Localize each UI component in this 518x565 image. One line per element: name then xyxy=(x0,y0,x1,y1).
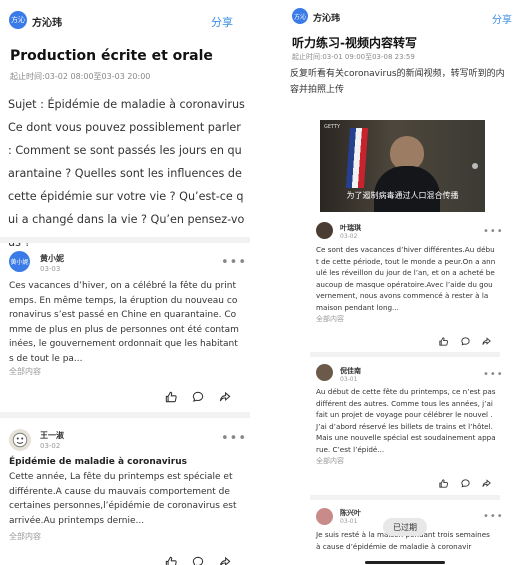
forward-icon[interactable] xyxy=(218,389,232,408)
share-button[interactable]: 分享 xyxy=(211,14,233,30)
like-icon[interactable] xyxy=(164,554,178,565)
video-control-icon[interactable] xyxy=(472,163,478,169)
course-avatar[interactable]: 方沁 xyxy=(9,11,27,29)
more-options-icon[interactable]: ••• xyxy=(483,512,504,522)
post-date: 03-01 xyxy=(340,518,358,525)
view-full-content-link[interactable]: 全部内容 xyxy=(9,366,41,377)
view-full-content-link[interactable]: 全部内容 xyxy=(316,456,344,466)
comment-icon[interactable] xyxy=(191,389,205,408)
section-divider xyxy=(310,352,500,357)
author-name[interactable]: 陈兴叶 xyxy=(340,508,361,518)
video-logo: GETTY xyxy=(324,124,341,130)
forward-icon[interactable] xyxy=(218,554,232,565)
home-indicator xyxy=(365,561,445,564)
assignment-period: 起止时间:03-02 08:00至03-03 20:00 xyxy=(10,72,151,81)
post-date: 03-01 xyxy=(340,376,358,383)
forward-icon[interactable] xyxy=(481,332,492,351)
course-avatar[interactable]: 方沁 xyxy=(292,8,308,24)
post-date: 03-02 xyxy=(40,442,61,450)
comment-icon[interactable] xyxy=(191,554,205,565)
view-full-content-link[interactable]: 全部内容 xyxy=(316,314,344,324)
comment-icon[interactable] xyxy=(460,332,471,351)
assignment-topic: Sujet : Épidémie de maladie à coronaviru… xyxy=(8,98,245,249)
more-options-icon[interactable]: ••• xyxy=(483,227,504,237)
more-options-icon[interactable]: ••• xyxy=(221,256,247,269)
post-body: Au début de cette fête du printemps, ce … xyxy=(316,387,496,454)
video-player[interactable]: GETTY 为了遏制病毒通过人口混合传播 xyxy=(320,120,485,212)
section-divider xyxy=(0,412,250,418)
course-name[interactable]: 方沁玮 xyxy=(313,11,340,24)
author-name[interactable]: 倪佳南 xyxy=(340,366,361,376)
avatar[interactable]: 黄小妮 xyxy=(9,251,30,272)
avatar[interactable] xyxy=(316,508,333,525)
post-body: Cette année, La fête du printemps est sp… xyxy=(9,472,237,526)
author-name[interactable]: 王一淑 xyxy=(40,430,64,441)
section-divider xyxy=(310,495,500,500)
section-divider xyxy=(0,237,250,243)
like-icon[interactable] xyxy=(164,389,178,408)
post-date: 03-02 xyxy=(340,233,358,240)
view-full-content-link[interactable]: 全部内容 xyxy=(9,531,41,542)
avatar[interactable] xyxy=(9,429,31,451)
expired-badge: 已过期 xyxy=(383,518,427,536)
author-name[interactable]: 黄小妮 xyxy=(40,253,64,264)
more-options-icon[interactable]: ••• xyxy=(483,370,504,380)
post-title: Épidémie de maladie à coronavirus xyxy=(9,457,187,467)
like-icon[interactable] xyxy=(438,474,449,493)
video-subtitle: 为了遏制病毒通过人口混合传播 xyxy=(346,191,459,200)
speaker-body xyxy=(374,166,440,212)
assignment-title: Production écrite et orale xyxy=(10,48,213,64)
comment-icon[interactable] xyxy=(460,474,471,493)
course-name[interactable]: 方沁玮 xyxy=(32,14,62,29)
post-body: Ce sont des vacances d’hiver différentes… xyxy=(316,245,496,312)
speaker-figure xyxy=(390,136,424,170)
avatar[interactable] xyxy=(316,364,333,381)
author-name[interactable]: 叶瑞琪 xyxy=(340,223,361,233)
like-icon[interactable] xyxy=(438,332,449,351)
more-options-icon[interactable]: ••• xyxy=(221,432,247,445)
assignment-period: 起止时间:03-01 09:00至03-08 23:59 xyxy=(292,53,415,61)
post-body: Ces vacances d’hiver, on a célébré la fê… xyxy=(9,281,239,364)
assignment-title: 听力练习-视频内容转写 xyxy=(292,36,417,50)
post-date: 03-03 xyxy=(40,265,61,273)
assignment-description: 反复听看有关coronavirus的新闻视频，转写听到的内容并拍照上传 xyxy=(290,69,505,95)
forward-icon[interactable] xyxy=(481,474,492,493)
share-button[interactable]: 分享 xyxy=(492,11,512,26)
avatar[interactable] xyxy=(316,222,333,239)
